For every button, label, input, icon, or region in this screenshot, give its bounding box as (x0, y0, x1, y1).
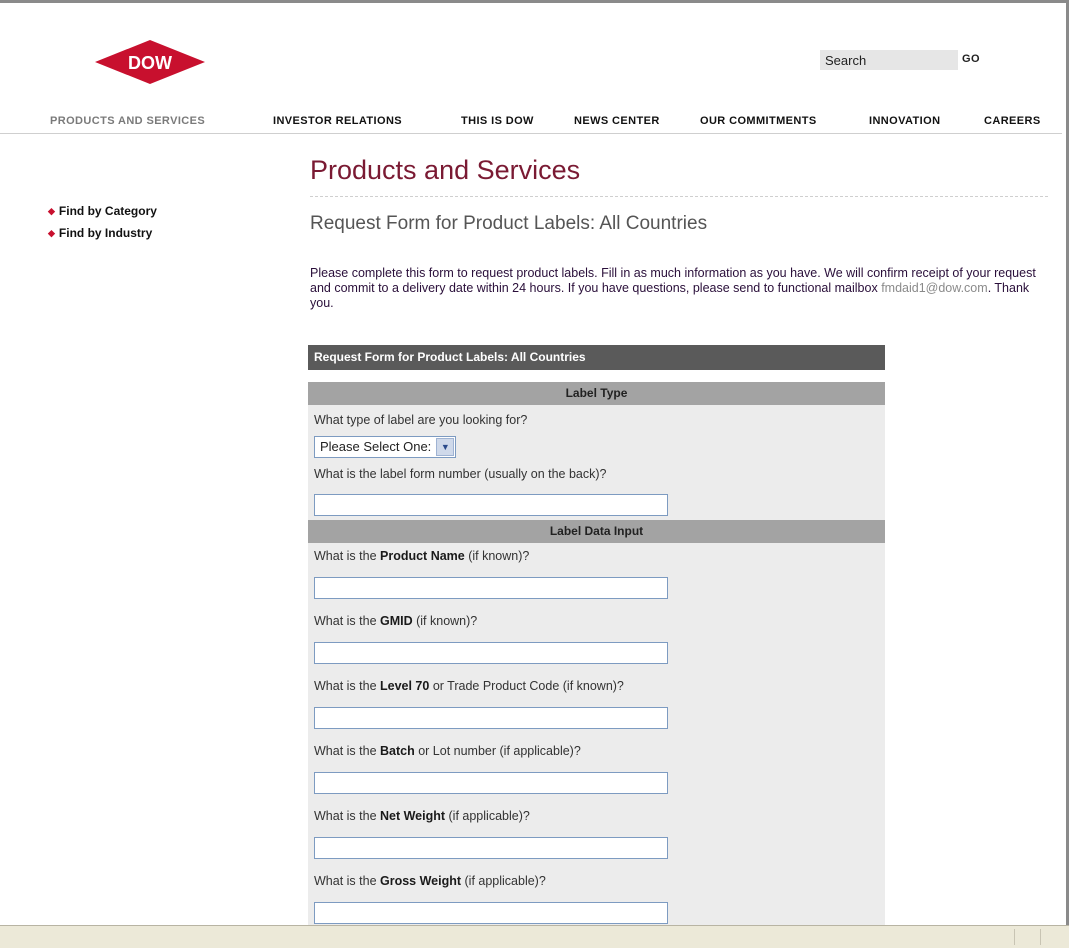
page-subtitle: Request Form for Product Labels: All Cou… (310, 213, 708, 234)
nav-news-center[interactable]: NEWS CENTER (574, 115, 660, 127)
section-label-data-input: Label Data Input (308, 520, 885, 543)
gross-weight-input[interactable] (314, 902, 668, 924)
dow-logo[interactable]: DOW (95, 40, 205, 84)
question-form-number: What is the label form number (usually o… (314, 467, 607, 481)
title-divider (310, 196, 1048, 197)
product-name-input[interactable] (314, 577, 668, 599)
bullet-diamond-icon: ◆ (48, 228, 55, 238)
label-request-form: Request Form for Product Labels: All Cou… (308, 345, 885, 925)
main-nav: PRODUCTS AND SERVICES INVESTOR RELATIONS… (0, 115, 1062, 134)
form-header: Request Form for Product Labels: All Cou… (308, 345, 885, 370)
sidebar-item-find-by-category[interactable]: ◆ Find by Category (48, 204, 157, 226)
nav-investor-relations[interactable]: INVESTOR RELATIONS (273, 115, 402, 127)
question-batch: What is the Batch or Lot number (if appl… (314, 744, 581, 758)
top-rule (0, 0, 1069, 3)
form-number-input[interactable] (314, 494, 668, 516)
nav-careers[interactable]: CAREERS (984, 115, 1041, 127)
sidebar-item-label: Find by Industry (58, 226, 153, 240)
dow-logo-text: DOW (128, 53, 172, 73)
sidebar: ◆ Find by Category ◆ Find by Industry (48, 204, 157, 248)
status-cell (1014, 929, 1041, 945)
go-button[interactable]: GO (962, 53, 980, 65)
level70-input[interactable] (314, 707, 668, 729)
page-title: Products and Services (310, 155, 581, 185)
status-cell (1040, 929, 1067, 945)
batch-input[interactable] (314, 772, 668, 794)
nav-innovation[interactable]: INNOVATION (869, 115, 940, 127)
browser-status-bar (0, 925, 1069, 948)
nav-our-commitments[interactable]: OUR COMMITMENTS (700, 115, 817, 127)
search-input[interactable] (820, 50, 958, 70)
question-gmid: What is the GMID (if known)? (314, 614, 478, 628)
mailbox-link[interactable]: fmdaid1@dow.com (881, 281, 988, 295)
section-label-type: Label Type (308, 382, 885, 405)
net-weight-input[interactable] (314, 837, 668, 859)
question-gross-weight: What is the Gross Weight (if applicable)… (314, 874, 546, 888)
bullet-diamond-icon: ◆ (48, 206, 55, 216)
nav-this-is-dow[interactable]: THIS IS DOW (461, 115, 534, 127)
question-product-name: What is the Product Name (if known)? (314, 549, 530, 563)
label-type-select-value: Please Select One: (320, 439, 432, 454)
intro-paragraph: Please complete this form to request pro… (310, 266, 1050, 311)
sidebar-item-find-by-industry[interactable]: ◆ Find by Industry (48, 226, 157, 248)
sidebar-item-label: Find by Category (58, 204, 157, 218)
question-level70: What is the Level 70 or Trade Product Co… (314, 679, 624, 693)
chevron-down-icon[interactable]: ▼ (436, 438, 455, 456)
label-type-select[interactable]: Please Select One: ▼ (314, 436, 457, 458)
nav-products-and-services[interactable]: PRODUCTS AND SERVICES (50, 115, 205, 127)
question-label-type: What type of label are you looking for? (314, 413, 528, 427)
gmid-input[interactable] (314, 642, 668, 664)
question-net-weight: What is the Net Weight (if applicable)? (314, 809, 530, 823)
